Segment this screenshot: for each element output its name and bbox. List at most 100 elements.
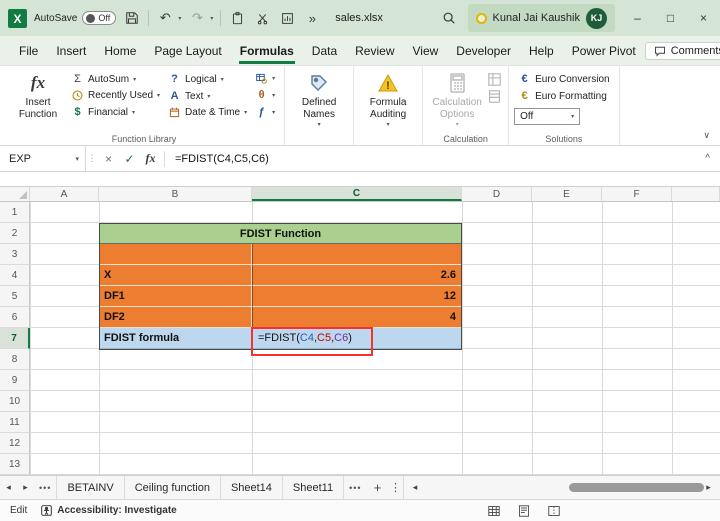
sheet-nav-right-icon[interactable]: ▸: [17, 482, 34, 493]
cell-b6[interactable]: DF2: [100, 307, 252, 328]
calculate-now-icon[interactable]: [488, 73, 501, 86]
cell-b5[interactable]: DF1: [100, 286, 252, 307]
calculation-options-button[interactable]: Calculation Options ▾: [428, 69, 486, 131]
logical-button[interactable]: ?Logical▾: [164, 72, 251, 86]
cell-c4[interactable]: 2.6: [252, 265, 461, 286]
tab-data[interactable]: Data: [303, 39, 346, 63]
row-header-6[interactable]: 6: [0, 307, 30, 328]
lookup-reference-button[interactable]: ▾: [251, 72, 279, 85]
scrollbar-thumb[interactable]: [569, 483, 704, 492]
tab-formulas[interactable]: Formulas: [231, 39, 303, 63]
column-header-e[interactable]: E: [532, 187, 602, 201]
column-header-f[interactable]: F: [602, 187, 672, 201]
column-header-a[interactable]: A: [30, 187, 99, 201]
sheet-menu-icon[interactable]: ⋮: [389, 481, 403, 494]
accessibility-status[interactable]: Accessibility: Investigate: [41, 505, 177, 516]
more-functions-button[interactable]: ƒ▾: [251, 105, 279, 119]
name-box[interactable]: EXP ▾: [0, 146, 86, 171]
comments-button[interactable]: Comments: [645, 42, 720, 60]
cell-b7[interactable]: FDIST formula: [100, 328, 252, 349]
row-header-3[interactable]: 3: [0, 244, 30, 265]
cell-c5[interactable]: 12: [252, 286, 461, 307]
formula-auditing-button[interactable]: ! Formula Auditing ▾: [359, 69, 417, 131]
date-time-button[interactable]: Date & Time▾: [164, 106, 251, 119]
maximize-button[interactable]: □: [654, 0, 687, 36]
close-button[interactable]: ×: [687, 0, 720, 36]
tab-insert[interactable]: Insert: [47, 39, 95, 63]
redo-button[interactable]: ↷: [188, 8, 206, 28]
sheet-overflow-right-icon[interactable]: •••: [344, 483, 366, 493]
defined-names-button[interactable]: Defined Names ▾: [290, 69, 348, 131]
grid-body[interactable]: 1 2 3 4 5 6 7 8 9 10 11 12 13 FDIST Func…: [0, 202, 720, 475]
euro-conversion-button[interactable]: €Euro Conversion: [514, 72, 613, 86]
cut-icon[interactable]: [253, 8, 271, 28]
row-header-13[interactable]: 13: [0, 454, 30, 475]
sheet-tab-ceiling-function[interactable]: Ceiling function: [125, 476, 221, 499]
cell-c6[interactable]: 4: [252, 307, 461, 328]
financial-button[interactable]: $Financial▾: [67, 105, 164, 119]
scrollbar-track[interactable]: [424, 476, 700, 499]
cell-b3[interactable]: [100, 244, 252, 265]
expand-formula-bar-icon[interactable]: ^: [705, 153, 720, 164]
calculate-sheet-icon[interactable]: [488, 90, 501, 103]
tab-file[interactable]: File: [10, 39, 47, 63]
horizontal-scrollbar[interactable]: ◂ ▸: [403, 476, 720, 499]
enter-icon[interactable]: ✓: [119, 152, 140, 166]
cancel-icon[interactable]: ×: [98, 152, 119, 166]
chevron-down-icon[interactable]: ▾: [75, 155, 85, 163]
tab-view[interactable]: View: [404, 39, 448, 63]
sheet-tab-sheet11[interactable]: Sheet11: [283, 476, 344, 499]
sheet-tab-sheet14[interactable]: Sheet14: [221, 476, 283, 499]
tab-home[interactable]: Home: [95, 39, 145, 63]
autosave-toggle[interactable]: AutoSave Off: [34, 11, 116, 25]
row-header-4[interactable]: 4: [0, 265, 30, 286]
tab-power-pivot[interactable]: Power Pivot: [563, 39, 645, 63]
column-header-c[interactable]: C: [252, 187, 462, 201]
cell-c3[interactable]: [252, 244, 461, 265]
tab-review[interactable]: Review: [346, 39, 403, 63]
sheet-nav-left-icon[interactable]: ◂: [0, 482, 17, 493]
row-header-8[interactable]: 8: [0, 349, 30, 370]
row-header-7[interactable]: 7: [0, 328, 30, 349]
row-header-1[interactable]: 1: [0, 202, 30, 223]
insert-function-icon[interactable]: fx: [140, 151, 161, 166]
redo-caret-icon[interactable]: ▾: [210, 15, 213, 22]
undo-button[interactable]: ↶: [156, 8, 174, 28]
search-icon[interactable]: [436, 11, 462, 25]
row-header-2[interactable]: 2: [0, 223, 30, 244]
avatar[interactable]: KJ: [586, 8, 607, 29]
recently-used-button[interactable]: Recently Used▾: [67, 89, 164, 102]
clipboard-icon[interactable]: [228, 8, 246, 28]
tab-developer[interactable]: Developer: [447, 39, 520, 63]
row-header-9[interactable]: 9: [0, 370, 30, 391]
euro-formatting-button[interactable]: €Euro Formatting: [514, 89, 613, 103]
row-header-11[interactable]: 11: [0, 412, 30, 433]
sheet-overflow-left-icon[interactable]: •••: [34, 483, 56, 493]
save-icon[interactable]: [123, 8, 141, 28]
chart-icon[interactable]: [278, 8, 296, 28]
select-all-corner[interactable]: [0, 187, 30, 201]
tab-page-layout[interactable]: Page Layout: [145, 39, 230, 63]
row-header-5[interactable]: 5: [0, 286, 30, 307]
formula-input[interactable]: =FDIST(C4,C5,C6): [168, 153, 269, 165]
add-sheet-button[interactable]: +: [367, 480, 389, 495]
normal-view-icon[interactable]: [488, 505, 500, 517]
math-trig-button[interactable]: θ▾: [251, 88, 279, 102]
cell-b4[interactable]: X: [100, 265, 252, 286]
euro-off-dropdown[interactable]: Off▾: [514, 108, 580, 125]
text-button[interactable]: AText▾: [164, 89, 251, 103]
scroll-left-icon[interactable]: ◂: [407, 482, 424, 493]
page-layout-view-icon[interactable]: [518, 505, 530, 517]
sheet-tab-betainv[interactable]: BETAINV: [56, 476, 124, 499]
page-break-view-icon[interactable]: [548, 505, 560, 517]
column-header-d[interactable]: D: [462, 187, 532, 201]
collapse-ribbon-icon[interactable]: ∨: [703, 130, 710, 141]
insert-function-button[interactable]: fx Insert Function: [9, 69, 67, 122]
table-title-cell[interactable]: FDIST Function: [100, 224, 461, 244]
row-header-12[interactable]: 12: [0, 433, 30, 454]
account-chip[interactable]: Kunal Jai Kaushik KJ: [468, 4, 615, 32]
column-header-b[interactable]: B: [99, 187, 252, 201]
minimize-button[interactable]: –: [621, 0, 654, 36]
autosave-switch[interactable]: Off: [82, 11, 116, 25]
formula-bar-handle[interactable]: ⋮: [86, 153, 98, 164]
